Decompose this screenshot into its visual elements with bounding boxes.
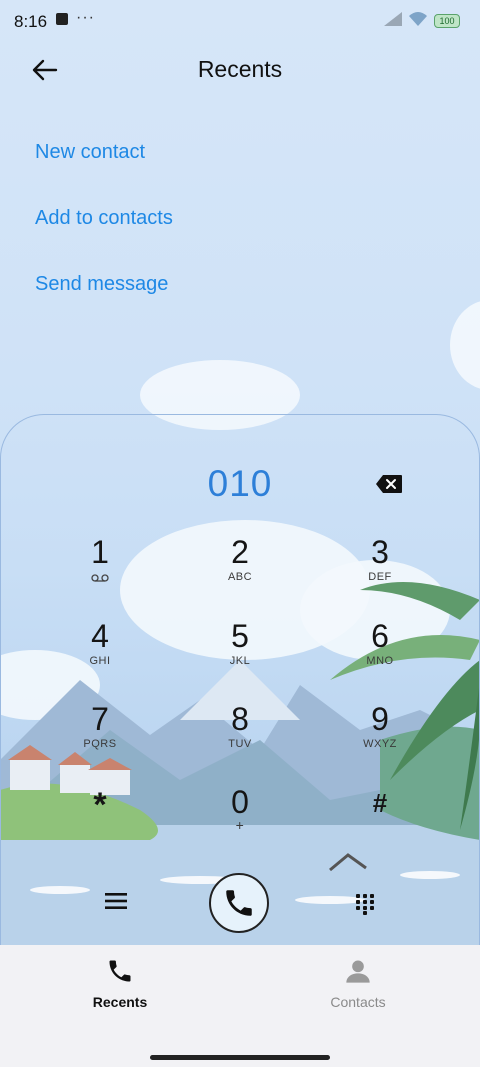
wifi-icon (409, 12, 427, 26)
key-letters: ABC (227, 571, 253, 583)
key-hash[interactable]: # (320, 786, 440, 820)
page-title: Recents (197, 56, 283, 82)
key-digit: * (93, 786, 107, 824)
key-digit: 8 (231, 701, 249, 737)
status-bar: 8:16 ··· 100 (0, 0, 480, 44)
key-letters: JKL (229, 655, 251, 667)
keypad-toggle-icon[interactable] (355, 893, 375, 915)
new-contact-link[interactable]: New contact (35, 141, 145, 164)
key-3[interactable]: 3 DEF (320, 535, 440, 583)
tab-recents[interactable]: Recents (0, 957, 240, 1010)
key-digit: # (372, 788, 388, 818)
phone-icon (226, 890, 252, 916)
key-2[interactable]: 2 ABC (180, 535, 300, 583)
key-1[interactable]: 1 (40, 535, 160, 587)
key-digit: 4 (91, 618, 109, 654)
key-digit: 7 (91, 701, 109, 737)
key-letters: MNO (366, 655, 394, 667)
key-letters: WXYZ (363, 738, 397, 750)
key-letters: DEF (368, 571, 392, 583)
key-digit: 5 (231, 618, 249, 654)
voicemail-icon (91, 574, 109, 582)
key-8[interactable]: 8 TUV (180, 702, 300, 750)
key-letters: + (235, 817, 245, 833)
signal-icon (384, 12, 402, 26)
key-digit: 9 (371, 701, 389, 737)
menu-icon[interactable] (105, 892, 127, 910)
call-button[interactable] (209, 873, 269, 933)
bottom-navigation: Recents Contacts (0, 945, 480, 1067)
more-notifications-icon: ··· (76, 9, 95, 26)
phone-icon (109, 960, 131, 982)
key-4[interactable]: 4 GHI (40, 619, 160, 667)
notification-icon (56, 13, 68, 25)
tab-contacts[interactable]: Contacts (238, 957, 478, 1010)
key-digit: 3 (371, 534, 389, 570)
key-digit: 1 (91, 534, 109, 570)
tab-contacts-label: Contacts (330, 994, 386, 1010)
person-icon (346, 960, 370, 983)
key-star[interactable]: * (40, 788, 160, 822)
dialed-number[interactable]: 010 (0, 463, 480, 505)
battery-icon: 100 (434, 14, 460, 28)
key-letters: TUV (228, 738, 252, 750)
key-letters: PQRS (83, 738, 117, 750)
key-digit: 6 (371, 618, 389, 654)
add-to-contacts-link[interactable]: Add to contacts (35, 207, 173, 230)
key-6[interactable]: 6 MNO (320, 619, 440, 667)
key-0[interactable]: 0 + (180, 785, 300, 833)
home-indicator[interactable] (150, 1055, 330, 1060)
key-digit: 0 (231, 784, 249, 820)
key-digit: 2 (231, 534, 249, 570)
send-message-link[interactable]: Send message (35, 273, 168, 296)
backspace-icon[interactable] (375, 474, 403, 494)
tab-recents-label: Recents (92, 994, 148, 1010)
app-header: Recents (0, 50, 480, 90)
status-time: 8:16 (14, 12, 48, 31)
key-5[interactable]: 5 JKL (180, 619, 300, 667)
key-7[interactable]: 7 PQRS (40, 702, 160, 750)
key-9[interactable]: 9 WXYZ (320, 702, 440, 750)
key-letters: GHI (89, 655, 111, 667)
